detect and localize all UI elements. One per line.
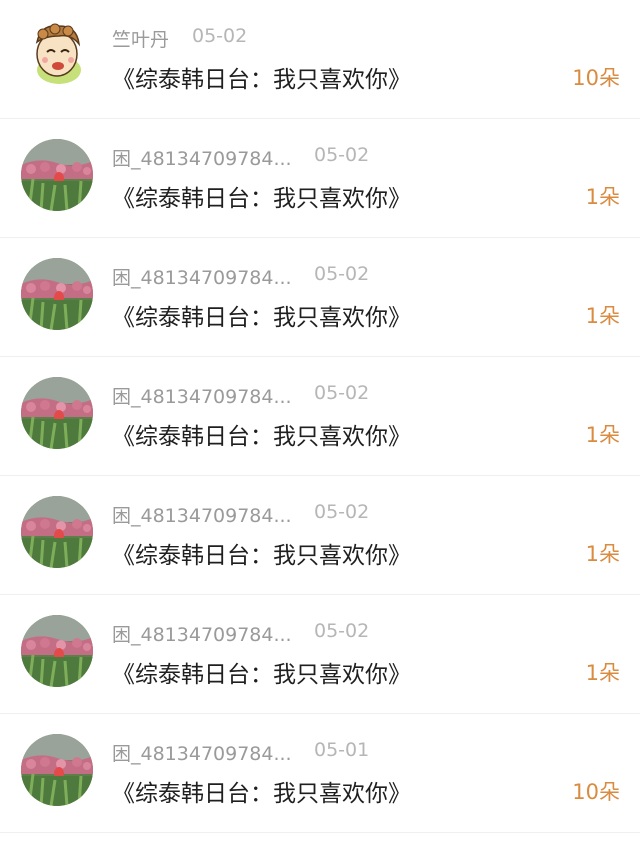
- flower-count: 1朵: [585, 542, 620, 566]
- list-item[interactable]: 竺叶丹 05-02 《综泰韩日台：我只喜欢你》 10朵: [0, 0, 640, 119]
- flower-count: 1朵: [585, 423, 620, 447]
- cartoon-avatar-icon: [21, 20, 93, 92]
- avatar[interactable]: [21, 496, 93, 568]
- book-title[interactable]: 《综泰韩日台：我只喜欢你》: [112, 179, 411, 213]
- sender-name[interactable]: 困_48134709784...: [112, 501, 292, 528]
- tulip-avatar-icon: [21, 496, 93, 568]
- flower-count: 1朵: [585, 661, 620, 685]
- gift-list: 竺叶丹 05-02 《综泰韩日台：我只喜欢你》 10朵 困_4813470978…: [0, 0, 640, 841]
- sender-name[interactable]: 困_48134709784...: [112, 263, 292, 290]
- tulip-avatar-icon: [21, 377, 93, 449]
- list-item[interactable]: 困_48134709784... 05-02 《综泰韩日台：我只喜欢你》 1朵: [0, 476, 640, 595]
- tulip-avatar-icon: [21, 734, 93, 806]
- flower-count: 10朵: [572, 780, 620, 804]
- sender-name[interactable]: 竺叶丹: [112, 25, 169, 52]
- avatar[interactable]: [21, 20, 93, 92]
- gift-date: 05-02: [314, 263, 370, 285]
- gift-date: 05-02: [192, 25, 248, 47]
- list-item[interactable]: 困_48134709784... 05-02 《综泰韩日台：我只喜欢你》 1朵: [0, 357, 640, 476]
- avatar[interactable]: [21, 258, 93, 330]
- sender-name[interactable]: 困_48134709784...: [112, 382, 292, 409]
- avatar[interactable]: [21, 734, 93, 806]
- avatar[interactable]: [21, 615, 93, 687]
- book-title[interactable]: 《综泰韩日台：我只喜欢你》: [112, 655, 411, 689]
- list-item[interactable]: 困_48134709784... 05-02 《综泰韩日台：我只喜欢你》 1朵: [0, 119, 640, 238]
- tulip-avatar-icon: [21, 139, 93, 211]
- avatar[interactable]: [21, 377, 93, 449]
- sender-name[interactable]: 困_48134709784...: [112, 620, 292, 647]
- avatar[interactable]: [21, 139, 93, 211]
- book-title[interactable]: 《综泰韩日台：我只喜欢你》: [112, 536, 411, 570]
- list-item[interactable]: 困_48134709784... 05-01 《综泰韩日台：我只喜欢你》 10朵: [0, 714, 640, 833]
- list-item[interactable]: 困_48134709784... 05-02 《综泰韩日台：我只喜欢你》 1朵: [0, 595, 640, 714]
- flower-count: 10朵: [572, 66, 620, 90]
- book-title[interactable]: 《综泰韩日台：我只喜欢你》: [112, 298, 411, 332]
- flower-count: 1朵: [585, 304, 620, 328]
- gift-date: 05-02: [314, 144, 370, 166]
- book-title[interactable]: 《综泰韩日台：我只喜欢你》: [112, 417, 411, 451]
- flower-count: 1朵: [585, 185, 620, 209]
- gift-date: 05-02: [314, 501, 370, 523]
- tulip-avatar-icon: [21, 615, 93, 687]
- divider: [0, 832, 640, 833]
- tulip-avatar-icon: [21, 258, 93, 330]
- gift-date: 05-02: [314, 382, 370, 404]
- gift-date: 05-01: [314, 739, 370, 761]
- list-item[interactable]: 困_48134709784... 05-02 《综泰韩日台：我只喜欢你》 1朵: [0, 238, 640, 357]
- book-title[interactable]: 《综泰韩日台：我只喜欢你》: [112, 60, 411, 94]
- book-title[interactable]: 《综泰韩日台：我只喜欢你》: [112, 774, 411, 808]
- sender-name[interactable]: 困_48134709784...: [112, 739, 292, 766]
- gift-date: 05-02: [314, 620, 370, 642]
- sender-name[interactable]: 困_48134709784...: [112, 144, 292, 171]
